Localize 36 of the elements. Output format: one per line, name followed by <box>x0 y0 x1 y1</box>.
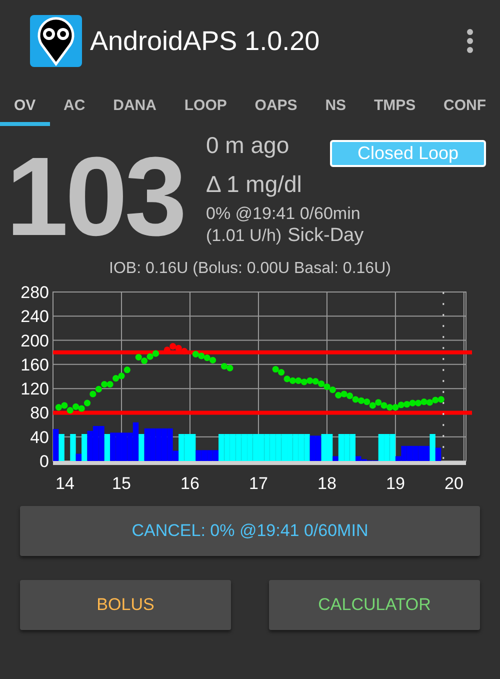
axis-label: 16 <box>180 474 200 493</box>
axis-label: 18 <box>318 474 336 493</box>
axis-label: 0 <box>40 452 49 471</box>
app-title: AndroidAPS 1.0.20 <box>90 26 321 56</box>
axis-label: 14 <box>56 474 74 493</box>
axis-label: 15 <box>112 474 131 493</box>
axis-label: 160 <box>20 355 49 374</box>
menu-icon[interactable] <box>466 28 474 54</box>
action-button[interactable]: CANCEL: 0% @19:41 0/60MIN <box>20 506 480 556</box>
glucose-value: 103 <box>6 142 185 252</box>
axis-label: 20 <box>444 474 464 493</box>
action-button[interactable]: BOLUS <box>20 580 231 630</box>
axis-label: 80 <box>30 404 49 423</box>
tab[interactable]: AC <box>50 82 100 126</box>
axis-label: 280 <box>20 284 49 302</box>
tab[interactable]: OV <box>0 82 50 126</box>
action-button[interactable]: CALCULATOR <box>269 580 480 630</box>
axis-label: 40 <box>30 428 49 447</box>
basal-rate: (1.01 U/h) <box>206 226 282 246</box>
temp-basal-text: 0% @19:41 0/60min <box>206 203 362 225</box>
tab[interactable]: NS <box>311 82 360 126</box>
tab[interactable]: OAPS <box>240 82 312 126</box>
axis-label: 240 <box>20 307 49 326</box>
owl-pin-icon <box>30 15 82 67</box>
axis-label: 200 <box>20 331 49 350</box>
axis-label: 120 <box>20 380 49 399</box>
iob-text: IOB: 0.16U (Bolus: 0.00U Basal: 0.16U) <box>108 259 392 279</box>
axis-label: 17 <box>249 474 268 493</box>
tab[interactable]: TMPS <box>360 82 430 126</box>
tab[interactable]: DANA <box>99 82 170 126</box>
reading-age: 0 m ago <box>206 131 290 160</box>
tab[interactable]: CONF <box>430 82 500 126</box>
glucose-delta: Δ 1 mg/dl <box>206 170 303 199</box>
axis-label: 19 <box>386 474 405 493</box>
tab[interactable]: LOOP <box>170 82 241 126</box>
profile-name: Sick-Day <box>288 225 364 247</box>
